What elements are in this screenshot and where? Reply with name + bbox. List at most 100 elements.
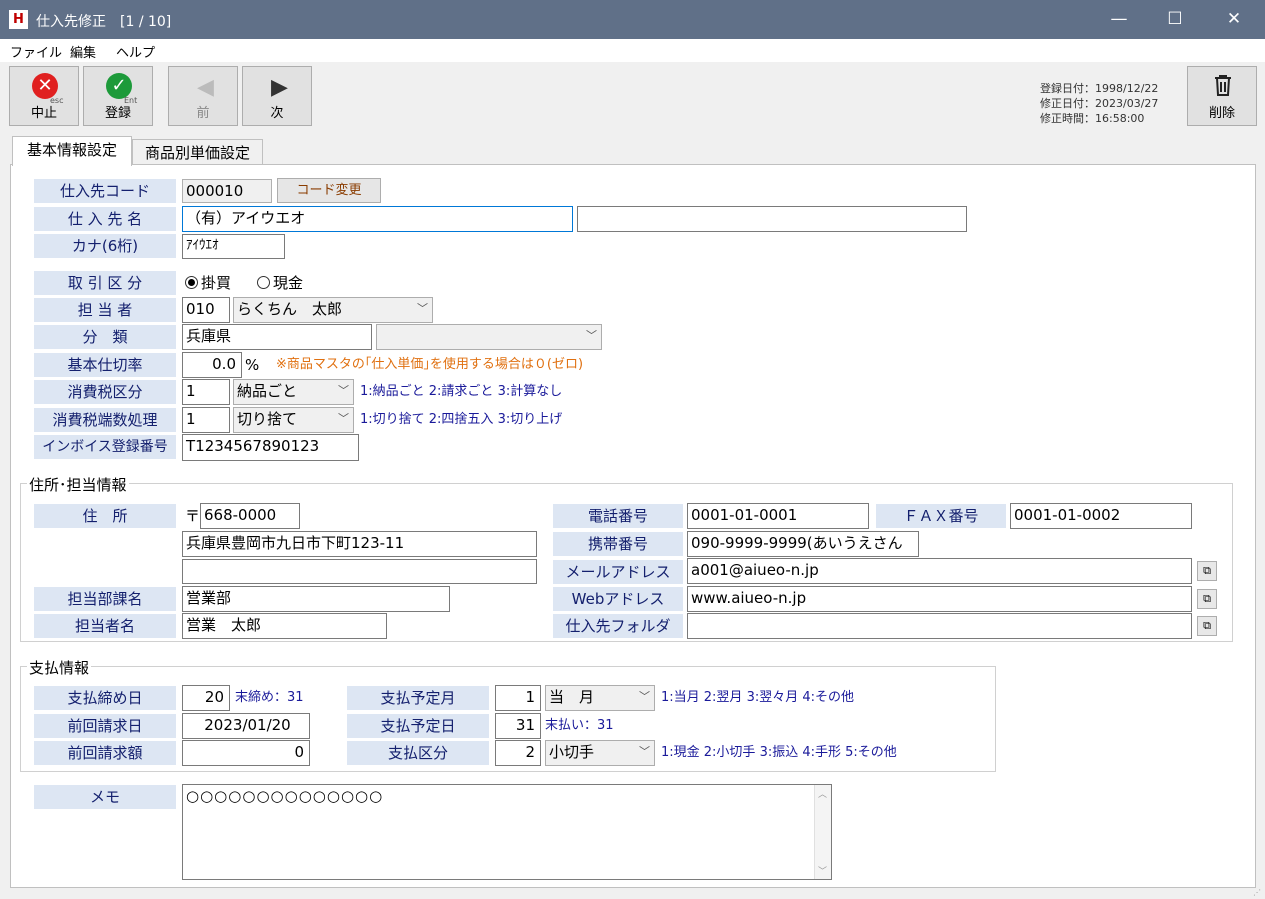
- memo-scrollbar[interactable]: ︿ ﹀: [814, 785, 831, 879]
- address1-field[interactable]: 兵庫県豊岡市九日市下町123-11: [182, 531, 537, 557]
- rounding-hint: 1:切り捨て 2:四捨五入 3:切り上げ: [360, 412, 563, 427]
- resize-grip-icon[interactable]: ⋰: [1253, 888, 1263, 898]
- address2-field[interactable]: [182, 559, 537, 584]
- folder-label: 仕入先フォルダ: [553, 614, 683, 638]
- trade-radio-cash[interactable]: 現金: [257, 271, 303, 295]
- kana-field[interactable]: ｱｲｳｴｵ: [182, 234, 285, 259]
- rounding-label: 消費税端数処理: [34, 408, 176, 432]
- memo-label: メモ: [34, 785, 176, 809]
- next-button[interactable]: ▶ 次: [242, 66, 312, 126]
- category-select[interactable]: ﹀: [376, 324, 602, 350]
- chevron-down-icon: ﹀: [338, 384, 349, 397]
- radio-selected-icon: [185, 276, 198, 289]
- menu-bar: ファイル 編集 ヘルプ: [0, 39, 1265, 62]
- last-bill-amount-field[interactable]: 0: [182, 740, 310, 766]
- web-copy-icon[interactable]: ⧉: [1197, 589, 1217, 609]
- trade-type-label: 取 引 区 分: [34, 271, 176, 295]
- pay-day-field[interactable]: 31: [495, 713, 541, 739]
- department-field[interactable]: 営業部: [182, 586, 450, 612]
- supplier-name-field[interactable]: （有）アイウエオ: [182, 206, 573, 232]
- delete-button[interactable]: 削除: [1187, 66, 1257, 126]
- tax-label: 消費税区分: [34, 380, 176, 404]
- scroll-down-icon[interactable]: ﹀: [818, 864, 827, 877]
- category-field[interactable]: 兵庫県: [182, 324, 372, 350]
- tel-label: 電話番号: [553, 504, 683, 528]
- next-arrow-icon: ▶: [271, 75, 288, 100]
- pay-type-code-field[interactable]: 2: [495, 740, 541, 766]
- tax-code-field[interactable]: 1: [182, 379, 230, 405]
- app-icon: H: [9, 10, 28, 29]
- tab-basic-info[interactable]: 基本情報設定: [12, 136, 132, 166]
- tel-field[interactable]: 0001-01-0001: [687, 503, 869, 529]
- tax-select[interactable]: 納品ごと ﹀: [233, 379, 354, 405]
- payment-group-title: 支払情報: [27, 657, 92, 678]
- fax-field[interactable]: 0001-01-0002: [1010, 503, 1192, 529]
- last-bill-date-field[interactable]: 2023/01/20: [182, 713, 310, 739]
- web-field[interactable]: www.aiueo-n.jp: [687, 586, 1192, 612]
- email-copy-icon[interactable]: ⧉: [1197, 561, 1217, 581]
- pay-type-select[interactable]: 小切手 ﹀: [545, 740, 655, 766]
- folder-field[interactable]: [687, 613, 1192, 639]
- rounding-select[interactable]: 切り捨て ﹀: [233, 407, 354, 433]
- close-button[interactable]: ✕: [1206, 0, 1262, 39]
- pay-month-select[interactable]: 当 月 ﹀: [545, 685, 655, 711]
- folder-copy-icon[interactable]: ⧉: [1197, 616, 1217, 636]
- address-label: 住 所: [34, 504, 176, 528]
- contact-person-field[interactable]: 営業 太郎: [182, 613, 387, 639]
- pay-month-hint: 1:当月 2:翌月 3:翌々月 4:その他: [661, 690, 855, 705]
- minimize-button[interactable]: —: [1091, 0, 1147, 39]
- supplier-code-field: 000010: [182, 179, 272, 203]
- postal-mark: 〒: [185, 507, 201, 525]
- radio-empty-icon: [257, 276, 270, 289]
- email-field[interactable]: a001@aiueo-n.jp: [687, 558, 1192, 584]
- invoice-field[interactable]: T1234567890123: [182, 434, 359, 461]
- memo-textarea[interactable]: ○○○○○○○○○○○○○○ ︿ ﹀: [182, 784, 832, 880]
- trash-icon: [1211, 73, 1235, 97]
- category-label: 分 類: [34, 325, 176, 349]
- menu-help[interactable]: ヘルプ: [116, 42, 155, 61]
- scroll-up-icon[interactable]: ︿: [818, 787, 827, 800]
- memo-text: ○○○○○○○○○○○○○○: [186, 787, 384, 805]
- pay-month-label: 支払予定月: [347, 686, 489, 710]
- prev-button[interactable]: ◀ 前: [168, 66, 238, 126]
- closing-day-hint: 末締め：31: [235, 690, 304, 705]
- rate-note: ※商品マスタの｢仕入単価｣を使用する場合は０(ゼロ): [276, 357, 584, 372]
- last-bill-date-label: 前回請求日: [34, 714, 176, 738]
- register-label: 登録: [104, 106, 131, 121]
- staff-select[interactable]: らくちん 太郎 ﹀: [233, 297, 433, 323]
- mobile-label: 携帯番号: [553, 532, 683, 556]
- trade-radio-credit[interactable]: 掛買: [185, 271, 231, 295]
- postal-code-field[interactable]: 668-0000: [200, 503, 300, 529]
- supplier-name2-field[interactable]: [577, 206, 967, 232]
- status-bar: ⋰: [0, 888, 1265, 899]
- pay-month-code-field[interactable]: 1: [495, 685, 541, 711]
- menu-edit[interactable]: 編集: [70, 42, 96, 61]
- trade-option-credit: 掛買: [201, 274, 232, 292]
- kana-label: カナ(6桁): [34, 234, 176, 258]
- register-button[interactable]: ✓ Ent 登録: [83, 66, 153, 126]
- tab-product-prices[interactable]: 商品別単価設定: [132, 139, 263, 167]
- closing-day-field[interactable]: 20: [182, 685, 230, 711]
- mobile-field[interactable]: 090-9999-9999(あいうえさん: [687, 531, 919, 557]
- rounding-code-field[interactable]: 1: [182, 407, 230, 433]
- web-label: Webアドレス: [553, 587, 683, 611]
- next-label: 次: [270, 106, 284, 121]
- maximize-button[interactable]: ☐: [1147, 0, 1203, 39]
- pay-type-label: 支払区分: [347, 741, 489, 765]
- staff-code-field[interactable]: 010: [182, 297, 230, 323]
- invoice-label: インボイス登録番号: [34, 435, 176, 459]
- code-change-button[interactable]: コード変更: [277, 178, 381, 203]
- pay-type-hint: 1:現金 2:小切手 3:振込 4:手形 5:その他: [661, 745, 897, 760]
- rounding-select-value: 切り捨て: [237, 410, 298, 428]
- rate-field[interactable]: 0.0: [182, 352, 242, 378]
- prev-label: 前: [196, 106, 210, 121]
- pay-month-select-value: 当 月: [549, 688, 595, 706]
- chevron-down-icon: ﹀: [639, 690, 650, 703]
- fax-label: ＦＡＸ番号: [876, 504, 1006, 528]
- pay-type-select-value: 小切手: [549, 743, 595, 761]
- menu-file[interactable]: ファイル: [10, 42, 62, 61]
- supplier-name-label: 仕 入 先 名: [34, 207, 176, 231]
- cancel-button[interactable]: ✕ esc 中止: [9, 66, 79, 126]
- window-title: 仕入先修正 [1 / 10]: [36, 14, 172, 30]
- record-dates: 登録日付：1998/12/22 修正日付：2023/03/27 修正時間：16:…: [1040, 81, 1158, 126]
